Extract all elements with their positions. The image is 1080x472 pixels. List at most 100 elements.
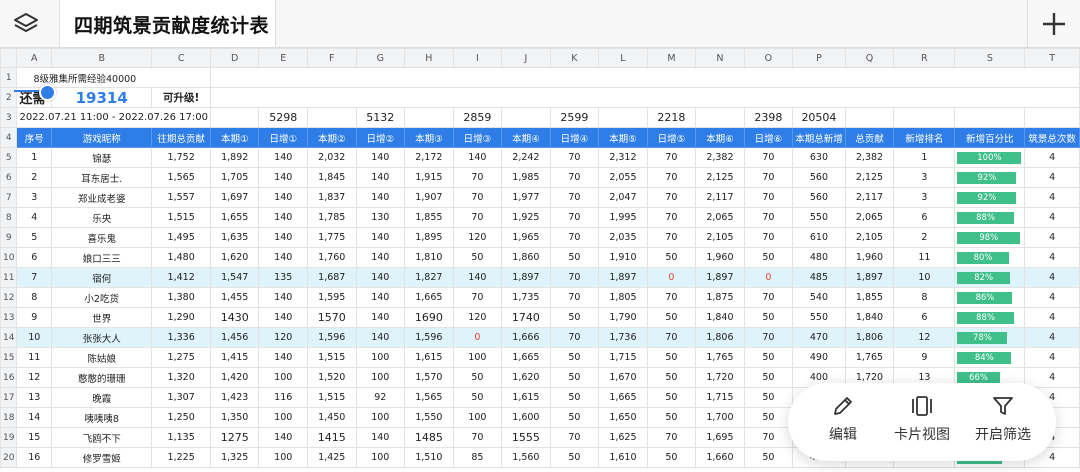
filter-button[interactable]: 开启筛选 xyxy=(960,393,1046,444)
column-header[interactable]: F xyxy=(307,48,357,68)
column-header[interactable]: P xyxy=(792,48,846,68)
table-cell[interactable]: 100 xyxy=(452,407,503,428)
table-cell[interactable]: 70 xyxy=(743,227,794,248)
can-upgrade-cell[interactable]: 可升级! xyxy=(151,87,211,108)
table-cell[interactable]: 娘口三三 xyxy=(51,247,153,268)
table-cell[interactable]: 140 xyxy=(258,167,308,188)
table-cell[interactable]: 2,117 xyxy=(844,187,895,208)
table-cell[interactable]: 140 xyxy=(355,147,406,168)
table-cell[interactable]: 1,225 xyxy=(151,447,211,468)
table-cell[interactable]: 12 xyxy=(893,327,956,348)
sheet-tab[interactable]: 四期筑景贡献度统计表 xyxy=(59,0,276,47)
table-cell[interactable]: 140 xyxy=(355,167,406,188)
column-header[interactable]: C xyxy=(151,48,211,68)
empty-cell[interactable] xyxy=(893,107,956,128)
table-cell[interactable]: 1,875 xyxy=(695,287,745,308)
table-cell[interactable]: 2,105 xyxy=(695,227,745,248)
column-header[interactable]: O xyxy=(743,48,794,68)
table-cell[interactable]: 70 xyxy=(549,207,600,228)
table-cell[interactable]: 130 xyxy=(355,207,406,228)
table-cell[interactable]: 140 xyxy=(258,287,308,308)
table-cell[interactable]: 140 xyxy=(258,207,308,228)
table-cell[interactable]: 1,960 xyxy=(695,247,745,268)
table-header-cell[interactable]: 本期③ xyxy=(404,127,454,148)
table-cell[interactable]: 1,977 xyxy=(501,187,551,208)
table-cell[interactable]: 70 xyxy=(549,427,600,448)
table-cell[interactable]: 1,855 xyxy=(404,207,454,228)
table-cell[interactable]: 12 xyxy=(16,367,53,388)
table-cell[interactable]: 85 xyxy=(452,447,503,468)
table-cell[interactable]: 70 xyxy=(646,187,697,208)
table-cell[interactable]: 88% xyxy=(954,207,1026,228)
table-cell[interactable]: 1,625 xyxy=(598,427,648,448)
table-cell[interactable]: 1740 xyxy=(501,307,551,328)
table-cell[interactable]: 耳东居士. xyxy=(51,167,153,188)
row-number[interactable]: 12 xyxy=(0,287,18,308)
row-number[interactable]: 19 xyxy=(0,427,18,448)
column-header[interactable]: B xyxy=(51,48,153,68)
table-cell[interactable]: 560 xyxy=(792,187,846,208)
table-cell[interactable]: 1,423 xyxy=(209,387,260,408)
table-cell[interactable]: 50 xyxy=(743,407,794,428)
table-cell[interactable]: 1,595 xyxy=(307,287,357,308)
table-cell[interactable]: 480 xyxy=(792,247,846,268)
table-cell[interactable]: 100 xyxy=(258,407,308,428)
table-cell[interactable]: 1,620 xyxy=(501,367,551,388)
table-cell[interactable]: 郑业成老婆 xyxy=(51,187,153,208)
table-cell[interactable]: 1,735 xyxy=(501,287,551,308)
table-cell[interactable]: 0 xyxy=(743,267,794,288)
table-cell[interactable]: 2,105 xyxy=(844,227,895,248)
table-cell[interactable]: 140 xyxy=(355,247,406,268)
table-cell[interactable]: 70 xyxy=(452,207,503,228)
table-cell[interactable]: 470 xyxy=(792,327,846,348)
table-cell[interactable]: 1,515 xyxy=(307,387,357,408)
table-row[interactable]: 15 11 陈姑娘 1,275 1,415 140 1,515 100 1,615 100 1,66… xyxy=(0,347,1080,368)
table-cell[interactable]: 1,565 xyxy=(404,387,454,408)
add-button[interactable] xyxy=(1027,0,1080,47)
table-row[interactable]: 8 4 乐央 1,515 1,655 140 1,785 130 1,855 70 1,925 70 1… xyxy=(0,207,1080,228)
table-cell[interactable]: 1,705 xyxy=(209,167,260,188)
table-cell[interactable]: 1,915 xyxy=(404,167,454,188)
table-cell[interactable]: 1,610 xyxy=(598,447,648,468)
table-cell[interactable]: 8 xyxy=(16,287,53,308)
empty-cell[interactable] xyxy=(844,107,895,128)
table-cell[interactable]: 1,695 xyxy=(695,427,745,448)
table-header-cell[interactable]: 日增③ xyxy=(452,127,503,148)
table-cell[interactable]: 140 xyxy=(258,247,308,268)
column-header[interactable]: R xyxy=(893,48,956,68)
table-cell[interactable]: 2 xyxy=(16,167,53,188)
table-header-cell[interactable]: 往期总贡献 xyxy=(151,127,211,148)
table-cell[interactable]: 2,312 xyxy=(598,147,648,168)
table-cell[interactable]: 1,250 xyxy=(151,407,211,428)
table-cell[interactable]: 8 xyxy=(893,287,956,308)
table-cell[interactable]: 92% xyxy=(954,167,1026,188)
table-cell[interactable]: 70 xyxy=(646,287,697,308)
table-cell[interactable]: 50 xyxy=(452,247,503,268)
table-cell[interactable]: 140 xyxy=(355,287,406,308)
table-cell[interactable]: 50 xyxy=(646,307,697,328)
table-cell[interactable]: 140 xyxy=(355,267,406,288)
table-cell[interactable]: 100% xyxy=(954,147,1026,168)
table-header-cell[interactable]: 新增排名 xyxy=(893,127,956,148)
empty-cell[interactable] xyxy=(1024,107,1080,128)
table-cell[interactable]: 70 xyxy=(743,147,794,168)
table-cell[interactable]: 140 xyxy=(355,187,406,208)
table-row[interactable]: 9 5 喜乐鬼 1,495 1,635 140 1,775 140 1,895 120 1,965 7… xyxy=(0,227,1080,248)
column-header[interactable]: N xyxy=(695,48,745,68)
table-cell[interactable]: 1,135 xyxy=(151,427,211,448)
table-cell[interactable]: 3 xyxy=(893,187,956,208)
table-cell[interactable]: 1,665 xyxy=(404,287,454,308)
table-cell[interactable]: 140 xyxy=(355,427,406,448)
table-cell[interactable]: 560 xyxy=(792,167,846,188)
table-cell[interactable]: 修罗雪姬 xyxy=(51,447,153,468)
table-header-cell[interactable]: 本期① xyxy=(209,127,260,148)
table-cell[interactable]: 4 xyxy=(1024,187,1080,208)
empty-cell[interactable] xyxy=(209,67,1080,88)
table-cell[interactable]: 1,845 xyxy=(307,167,357,188)
row-number[interactable]: 13 xyxy=(0,307,18,328)
column-header[interactable]: H xyxy=(404,48,454,68)
table-cell[interactable]: 100 xyxy=(355,447,406,468)
table-cell[interactable]: 70 xyxy=(549,187,600,208)
table-cell[interactable]: 1,765 xyxy=(695,347,745,368)
table-header-cell[interactable]: 日增⑤ xyxy=(646,127,697,148)
